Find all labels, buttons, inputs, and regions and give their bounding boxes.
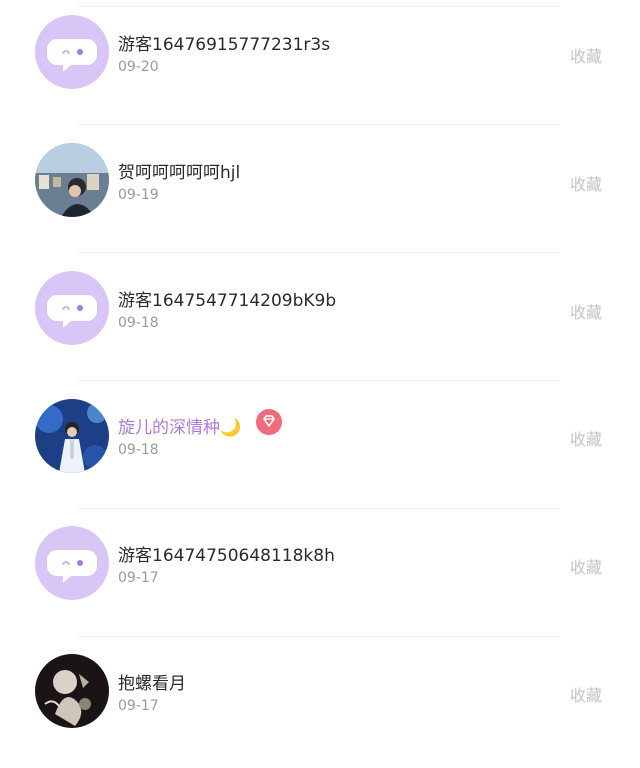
username: 游客16476915777231r3s [118,35,331,55]
visit-date: 09-17 [118,570,159,586]
default-avatar[interactable] [35,271,109,345]
visit-date: 09-20 [118,59,159,75]
username: 抱螺看月 [118,674,186,694]
favorite-button[interactable]: 收藏 [570,299,602,323]
list-item[interactable]: 游客16474750648118k8h 09-17 收藏 [0,512,640,640]
visit-date: 09-18 [118,442,159,458]
chat-bubble-icon [35,15,109,89]
list-item[interactable]: 游客1647547714209bK9b 09-18 收藏 [0,256,640,384]
chat-bubble-icon [35,526,109,600]
username: 旋儿的深情种🌙 [118,418,242,438]
divider [78,508,560,509]
user-photo-icon [35,654,109,728]
visit-date: 09-18 [118,315,159,331]
favorite-button[interactable]: 收藏 [570,171,602,195]
favorite-button[interactable]: 收藏 [570,682,602,706]
divider [78,252,560,253]
divider [78,636,560,637]
username: 游客1647547714209bK9b [118,291,337,311]
favorite-button[interactable]: 收藏 [570,554,602,578]
list-item[interactable]: 抱螺看月 09-17 收藏 [0,640,640,768]
favorite-button[interactable]: 收藏 [570,426,602,450]
favorite-button[interactable]: 收藏 [570,43,602,67]
user-avatar[interactable] [35,399,109,473]
divider [78,380,560,381]
username: 游客16474750648118k8h [118,546,335,566]
default-avatar[interactable] [35,15,109,89]
list-item[interactable]: 游客16476915777231r3s 09-20 收藏 [0,0,640,128]
list-item[interactable]: 旋儿的深情种🌙 09-18 收藏 [0,384,640,512]
diamond-vip-badge-icon [256,409,282,435]
user-avatar[interactable] [35,143,109,217]
divider [78,124,560,125]
user-photo-icon [35,143,109,217]
visit-date: 09-17 [118,698,159,714]
list-item[interactable]: 贺呵呵呵呵呵hjl 09-19 收藏 [0,128,640,256]
default-avatar[interactable] [35,526,109,600]
username: 贺呵呵呵呵呵hjl [118,163,241,183]
user-photo-icon [35,399,109,473]
visit-date: 09-19 [118,187,159,203]
user-avatar[interactable] [35,654,109,728]
chat-bubble-icon [35,271,109,345]
